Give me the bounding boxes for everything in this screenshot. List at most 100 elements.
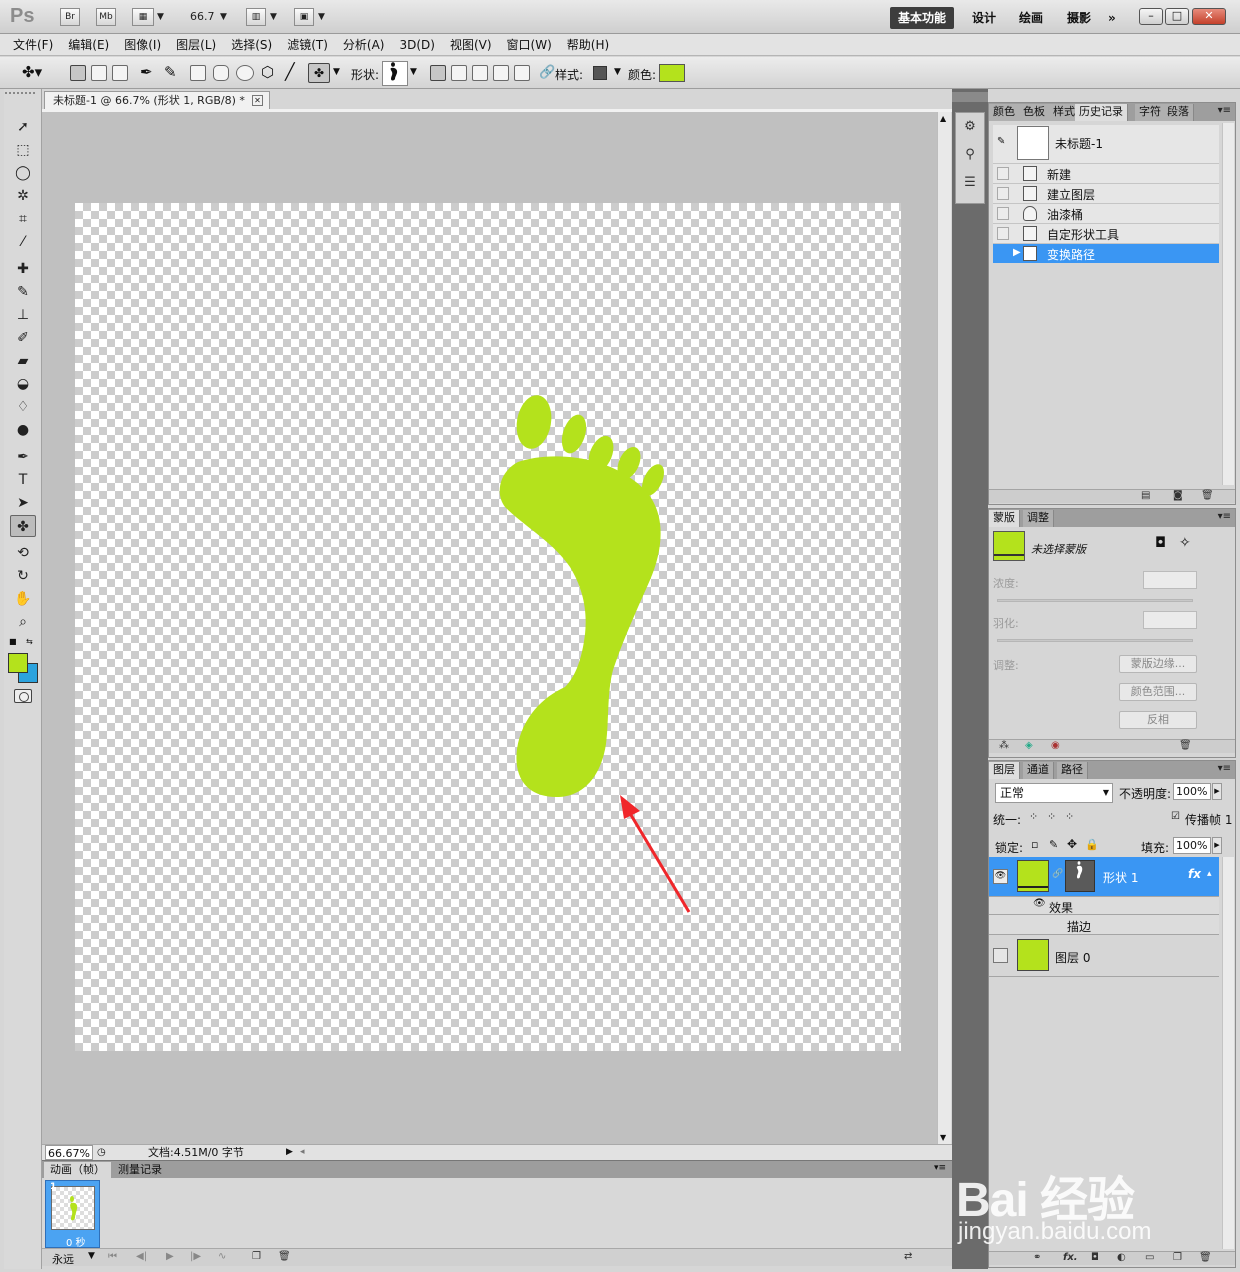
more-workspaces-button[interactable]: » (1100, 7, 1124, 29)
new-group-icon[interactable]: ▭ (1145, 1252, 1154, 1263)
lock-transparency-icon[interactable]: ▫ (1031, 838, 1038, 851)
create-snapshot-icon[interactable]: ◙ (1173, 490, 1183, 501)
chevron-down-icon[interactable]: ▼ (410, 67, 417, 77)
new-document-from-state-icon[interactable]: ▤ (1141, 490, 1150, 501)
new-layer-icon[interactable]: ❐ (1173, 1252, 1182, 1263)
swap-colors-icon[interactable]: ⇆ (26, 637, 33, 646)
delete-state-icon[interactable]: 🗑 (1201, 490, 1214, 501)
scroll-up-icon[interactable]: ▲ (940, 114, 946, 123)
add-layer-style-icon[interactable]: fx. (1063, 1252, 1078, 1263)
maximize-button[interactable]: □ (1165, 8, 1189, 25)
chevron-down-icon[interactable]: ▼ (614, 67, 621, 77)
status-menu-arrow-icon[interactable]: ▶ (286, 1145, 293, 1160)
exclude-shape-icon[interactable] (514, 65, 530, 81)
history-step[interactable]: 建立图层 (993, 183, 1219, 203)
subtract-shape-icon[interactable] (472, 65, 488, 81)
vertical-scrollbar[interactable]: ▲ ▼ (937, 112, 951, 1144)
history-brush-tool-icon[interactable]: ✐ (10, 327, 36, 349)
tab-channels[interactable]: 通道 (1023, 762, 1054, 779)
stroke-effect-row[interactable]: 描边 (989, 915, 1219, 935)
disable-mask-icon[interactable]: ◉ (1051, 740, 1060, 751)
step-checkbox[interactable] (997, 187, 1009, 200)
freeform-pen-icon[interactable]: ✎ (164, 63, 177, 81)
dock-grip[interactable] (952, 92, 988, 102)
delete-layer-icon[interactable]: 🗑 (1199, 1252, 1212, 1263)
workspace-design[interactable]: 设计 (964, 7, 1004, 29)
path-selection-tool-icon[interactable]: ➤ (10, 492, 36, 514)
quick-mask-icon[interactable] (14, 689, 32, 703)
vector-mask-footprint-icon[interactable] (1065, 860, 1095, 892)
polygon-tool-icon[interactable]: ⬡ (261, 63, 274, 81)
history-brush-source-icon[interactable]: ✎ (997, 136, 1005, 147)
screen-mode-icon[interactable]: ▣ (294, 8, 314, 26)
eye-icon[interactable]: 👁 (1033, 898, 1046, 909)
style-swatch[interactable] (593, 66, 607, 80)
marquee-tool-icon[interactable]: ⬚ (10, 139, 36, 161)
brush-tool-icon[interactable]: ✎ (10, 281, 36, 303)
density-field[interactable] (1143, 571, 1197, 589)
menu-file[interactable]: 文件(F) (13, 34, 53, 55)
color-range-button[interactable]: 颜色范围... (1119, 683, 1197, 701)
clone-source-icon[interactable]: ⚲ (956, 141, 984, 169)
default-colors-icon[interactable]: ■ (9, 637, 17, 646)
tools-panel-grip[interactable] (5, 92, 35, 98)
invert-button[interactable]: 反相 (1119, 711, 1197, 729)
panel-menu-icon[interactable]: ▾≡ (934, 1163, 946, 1173)
effects-row[interactable]: 👁 效果 (989, 897, 1219, 915)
shape-picker-footprint-icon[interactable] (382, 61, 408, 86)
unify-style-icon[interactable]: ⁘ (1065, 810, 1074, 823)
convert-timeline-icon[interactable]: ⇄ (904, 1251, 912, 1262)
history-step[interactable]: 新建 (993, 163, 1219, 183)
animation-frame[interactable]: 1 0 秒 (45, 1180, 100, 1249)
first-frame-icon[interactable]: ⏮ (108, 1251, 117, 1262)
tab-masks[interactable]: 蒙版 (989, 510, 1020, 527)
layers-scrollbar[interactable] (1222, 857, 1234, 1249)
layer-name[interactable]: 形状 1 (1103, 869, 1138, 886)
play-icon[interactable]: ▶ (166, 1251, 174, 1262)
footprint-shape[interactable] (495, 392, 675, 812)
workspace-essentials[interactable]: 基本功能 (890, 7, 955, 29)
add-to-shape-icon[interactable] (451, 65, 467, 81)
transparent-canvas[interactable] (75, 203, 901, 1051)
tab-color[interactable]: 颜色 (989, 104, 1020, 121)
previous-frame-icon[interactable]: ◀| (136, 1251, 147, 1262)
next-frame-icon[interactable]: |▶ (190, 1251, 201, 1262)
chevron-down-icon[interactable]: ▼ (333, 67, 340, 77)
density-slider[interactable] (997, 599, 1193, 602)
new-shape-layer-icon[interactable] (430, 65, 446, 81)
history-step[interactable]: 自定形状工具 (993, 223, 1219, 243)
propagate-checkbox[interactable]: ☑ (1171, 811, 1180, 822)
link-layers-icon[interactable]: ⚭ (1033, 1252, 1041, 1263)
foreground-color-swatch[interactable] (8, 653, 28, 673)
lock-all-icon[interactable]: 🔒 (1085, 838, 1099, 851)
panel-menu-icon[interactable]: ▾≡ (1218, 763, 1231, 774)
add-mask-icon[interactable]: ◘ (1091, 1252, 1099, 1263)
layer-name[interactable]: 图层 0 (1055, 949, 1090, 966)
step-checkbox[interactable] (997, 167, 1009, 180)
zoom-tool-icon[interactable]: ⌕ (10, 611, 36, 633)
paths-mode-icon[interactable] (91, 65, 107, 81)
workspace-photography[interactable]: 摄影 (1059, 7, 1099, 29)
tool-preset-icon[interactable]: ✤▾ (22, 63, 42, 81)
chevron-down-icon[interactable]: ▼ (157, 12, 164, 22)
adjustment-layer-icon[interactable]: ◐ (1117, 1252, 1126, 1263)
tab-layers[interactable]: 图层 (989, 762, 1020, 779)
hand-tool-icon[interactable]: ✋ (10, 588, 36, 610)
pen-tool-icon[interactable]: ✒ (140, 63, 153, 81)
menu-edit[interactable]: 编辑(E) (68, 34, 109, 55)
type-tool-icon[interactable]: T (10, 469, 36, 491)
history-state-slider-icon[interactable]: ▶ (1013, 247, 1021, 258)
shape-layers-mode-icon[interactable] (70, 65, 86, 81)
duplicate-frame-icon[interactable]: ❐ (252, 1251, 261, 1262)
delete-frame-icon[interactable]: 🗑 (278, 1251, 291, 1262)
tab-adjustments[interactable]: 调整 (1023, 510, 1054, 527)
eye-icon[interactable]: 👁 (993, 869, 1008, 884)
bridge-button[interactable]: Br (60, 8, 80, 26)
fill-slider-button[interactable]: ▶ (1212, 837, 1222, 854)
fill-field[interactable]: 100% (1173, 837, 1211, 854)
document-tab[interactable]: 未标题-1 @ 66.7% (形状 1, RGB/8) * ✕ (44, 91, 270, 110)
tab-paragraph[interactable]: 段落 (1163, 104, 1194, 121)
tab-measurement-log[interactable]: 测量记录 (112, 1162, 168, 1179)
rounded-rectangle-tool-icon[interactable] (213, 65, 229, 81)
link-icon[interactable]: 🔗 (1052, 869, 1063, 879)
